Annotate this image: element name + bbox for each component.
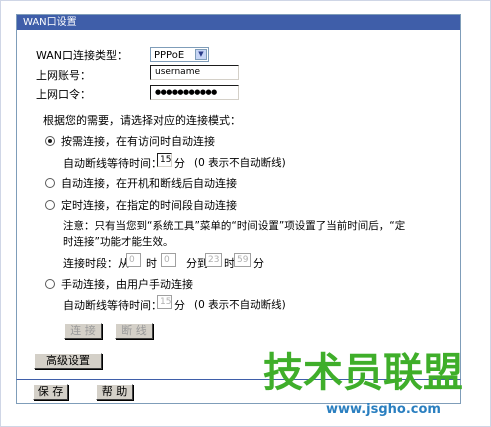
disconnect-button[interactable]: 断 线 — [115, 323, 153, 339]
manual-wait-hint: (0 表示不自动断线) — [194, 299, 286, 311]
manual-wait-unit: 分 — [174, 299, 185, 312]
account-label: 上网账号： — [36, 69, 91, 82]
radio-manual[interactable] — [45, 279, 55, 289]
connection-type-value: PPPoE — [154, 50, 185, 61]
period-label: 连接时段：从 — [63, 257, 129, 270]
on-demand-wait-hint: (0 表示不自动断线) — [194, 157, 286, 169]
panel-title: WAN口设置 — [17, 15, 460, 30]
save-button[interactable]: 保 存 — [33, 384, 68, 400]
to-hour-input[interactable]: 23 — [205, 253, 222, 267]
to-minute-input[interactable]: 59 — [234, 253, 251, 267]
advanced-settings-button[interactable]: 高级设置 — [34, 353, 102, 369]
manual-wait-input[interactable]: 15 — [157, 295, 172, 309]
wan-settings-panel: WAN口设置 WAN口连接类型： PPPoE ▼ 上网账号： username … — [16, 14, 461, 382]
radio-auto[interactable] — [45, 178, 55, 188]
manual-label: 手动连接，由用户手动连接 — [61, 278, 193, 291]
connection-type-label: WAN口连接类型： — [36, 49, 129, 62]
on-demand-wait-label: 自动断线等待时间： — [63, 157, 162, 170]
password-input[interactable]: ●●●●●●●●●●● — [150, 85, 239, 100]
on-demand-wait-input[interactable]: 15 — [157, 153, 172, 167]
from-hour-input[interactable]: 0 — [126, 253, 141, 267]
auto-label: 自动连接，在开机和断线后自动连接 — [61, 177, 237, 190]
chevron-down-icon: ▼ — [195, 49, 207, 60]
hour-unit: 时 — [146, 257, 157, 270]
radio-timed[interactable] — [45, 200, 55, 210]
timed-note-line1: 注意：只有当您到“系统工具”菜单的“时间设置”项设置了当前时间后，“定 — [63, 220, 406, 232]
connection-type-select[interactable]: PPPoE ▼ — [150, 47, 209, 62]
help-button[interactable]: 帮 助 — [96, 384, 133, 400]
from-minute-input[interactable]: 0 — [161, 253, 176, 267]
timed-note-line2: 时连接”功能才能生效。 — [63, 236, 174, 248]
watermark-brand: 技术员联盟 — [263, 350, 463, 396]
mode-prompt: 根据您的需要，请选择对应的连接模式： — [43, 114, 241, 127]
minute-unit: 分 — [253, 257, 264, 270]
page-frame: WAN口设置 WAN口连接类型： PPPoE ▼ 上网账号： username … — [0, 0, 491, 427]
on-demand-label: 按需连接，在有访问时自动连接 — [61, 135, 215, 148]
on-demand-wait-unit: 分 — [174, 157, 185, 170]
account-input[interactable]: username — [150, 65, 239, 80]
radio-on-demand[interactable] — [45, 136, 55, 146]
password-label: 上网口令： — [36, 88, 91, 101]
timed-label: 定时连接，在指定的时间段自动连接 — [61, 199, 237, 212]
manual-wait-label: 自动断线等待时间： — [63, 299, 162, 312]
connect-button[interactable]: 连 接 — [64, 323, 102, 339]
watermark-url: www.jsgho.com — [326, 402, 441, 417]
